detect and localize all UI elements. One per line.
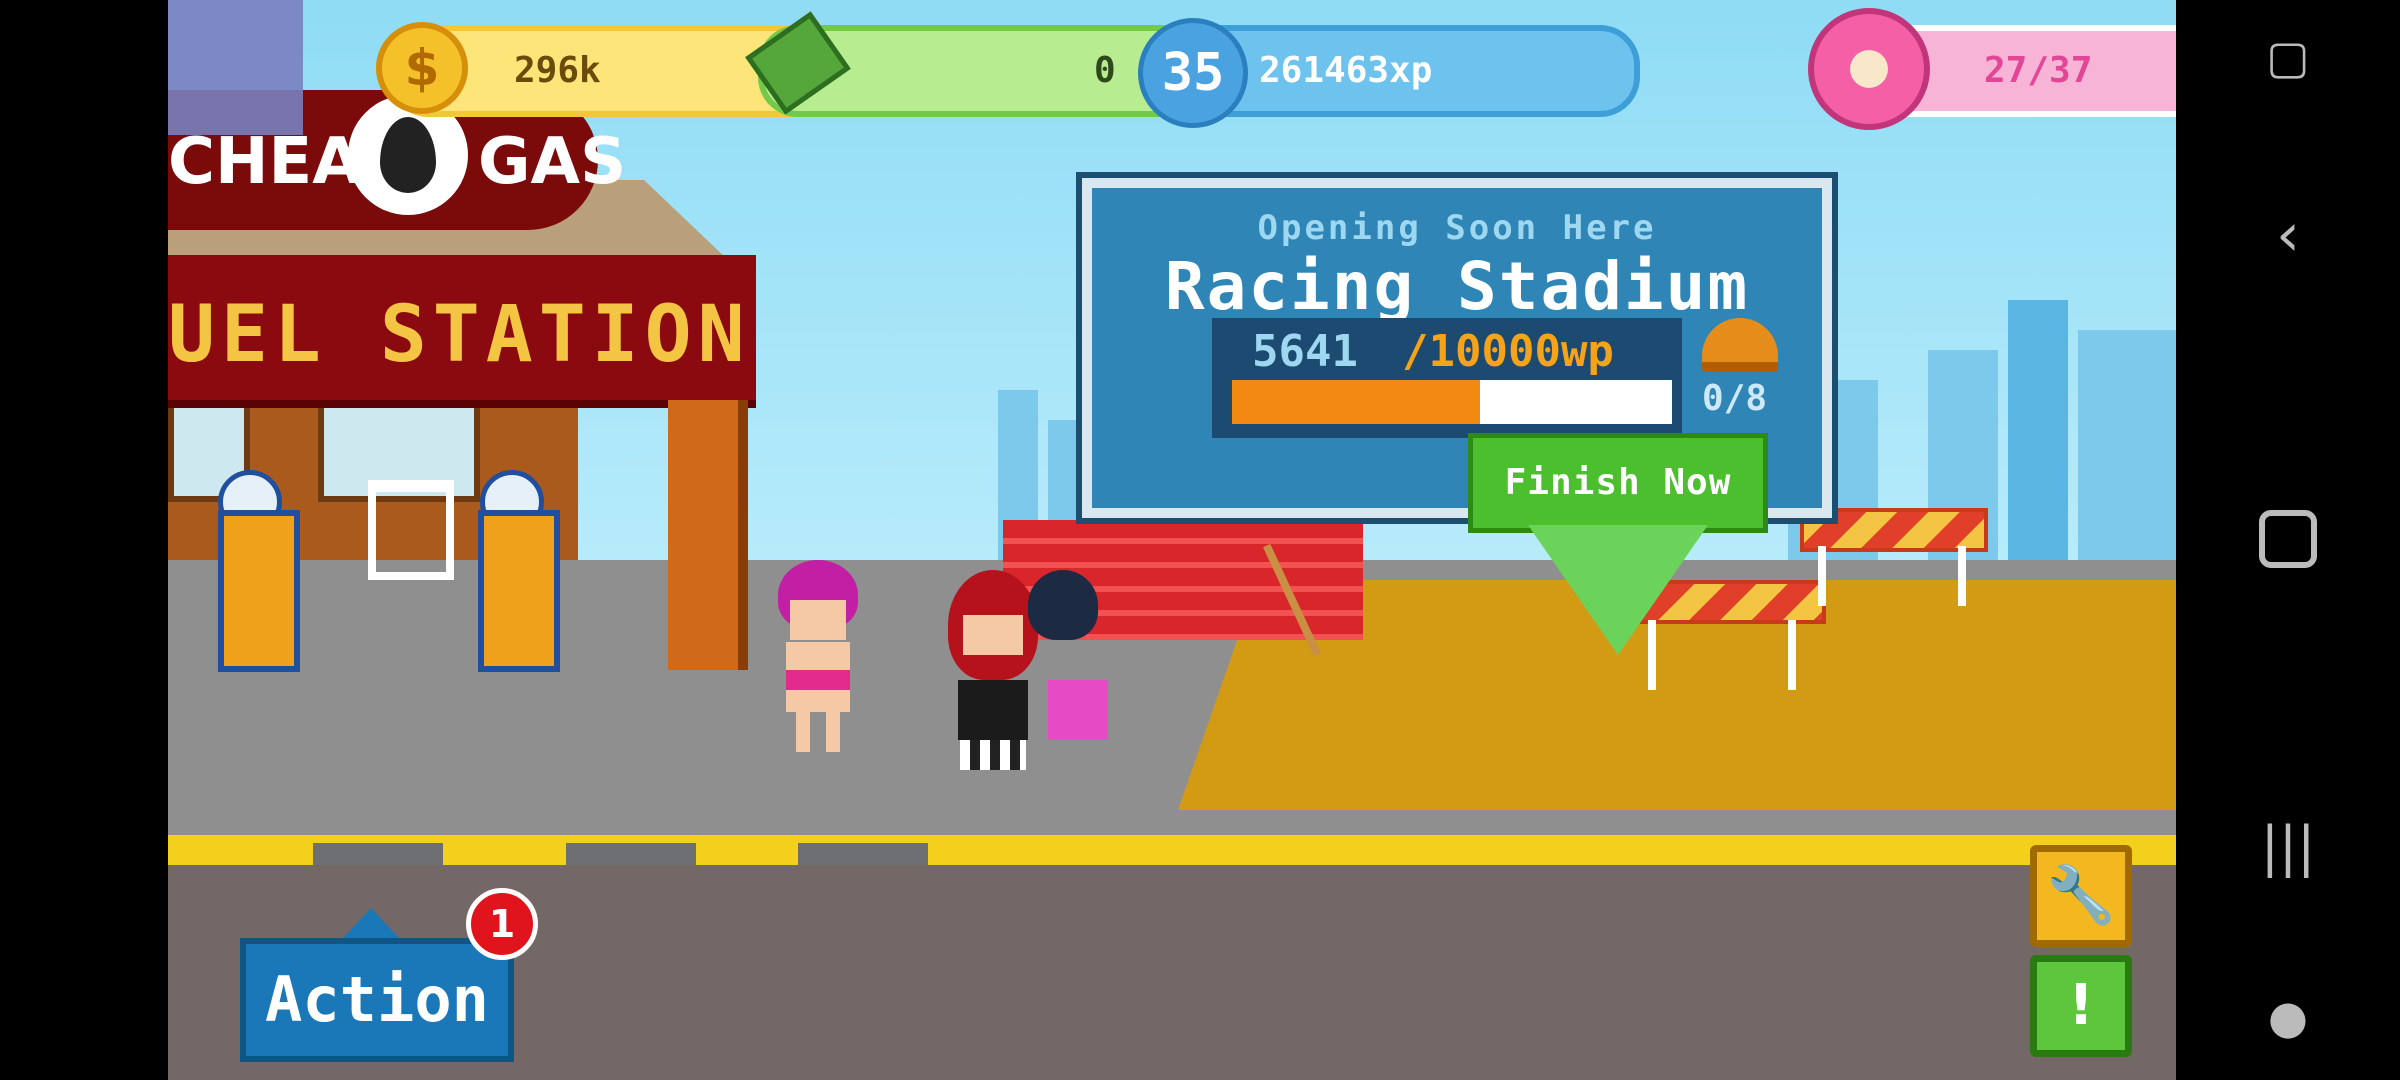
fuel-pump[interactable]: [478, 510, 560, 672]
progress-bar-fill: [1232, 380, 1481, 424]
billboard-subtitle: Opening Soon Here: [1257, 208, 1657, 248]
billboard-title: Racing Stadium: [1164, 248, 1750, 325]
screen-icon[interactable]: ▢: [2266, 30, 2309, 84]
finish-now-button[interactable]: Finish Now: [1468, 433, 1768, 533]
progress-current: 5641: [1252, 326, 1358, 377]
progress-bar: [1232, 380, 1672, 424]
energy-value: 27/37: [1984, 50, 2093, 91]
cash-value: 0: [1094, 50, 1116, 91]
station-banner-text: UEL STATION: [168, 290, 751, 380]
wrench-button[interactable]: 🔧: [2030, 845, 2132, 947]
road-curb: [168, 835, 2176, 865]
level-badge: 35: [1138, 18, 1248, 128]
workers-count: 0/8: [1702, 378, 1768, 419]
down-arrow-icon[interactable]: [1528, 525, 1708, 655]
wrench-icon: 🔧: [2046, 863, 2116, 928]
action-arrow-icon: [343, 908, 399, 938]
game-viewport[interactable]: UEL STATION CHEAP GAS Opening Soon Here …: [168, 0, 2176, 1080]
system-navigation-bar: ▢ ‹ ||| ●: [2176, 0, 2400, 1080]
build-progress-panel: 5641 /10000wp: [1212, 318, 1682, 438]
progress-goal: /10000wp: [1402, 326, 1614, 377]
donut-icon: [1808, 8, 1930, 130]
back-icon[interactable]: ‹: [2276, 200, 2300, 270]
coin-icon: $: [376, 22, 468, 114]
fuel-pump[interactable]: [218, 510, 300, 672]
gamepad-icon[interactable]: ●: [2268, 990, 2308, 1044]
player-avatar[interactable]: [168, 0, 303, 135]
xp-value: 261463xp: [1259, 50, 1433, 91]
hard-hat-icon: [1702, 318, 1778, 372]
alert-icon: !: [2068, 973, 2094, 1038]
character-dark-hair[interactable]: [1028, 570, 1118, 770]
sign-right-text: GAS: [478, 125, 627, 199]
action-button[interactable]: Action: [240, 938, 514, 1062]
alert-button[interactable]: !: [2030, 955, 2132, 1057]
station-pillar: [668, 400, 748, 670]
notification-badge: 1: [466, 888, 538, 960]
white-chair: [368, 480, 454, 580]
coins-value: 296k: [514, 50, 601, 91]
home-icon[interactable]: [2259, 510, 2317, 568]
recents-icon[interactable]: |||: [2261, 815, 2316, 878]
character-pink-hair[interactable]: [768, 560, 878, 760]
